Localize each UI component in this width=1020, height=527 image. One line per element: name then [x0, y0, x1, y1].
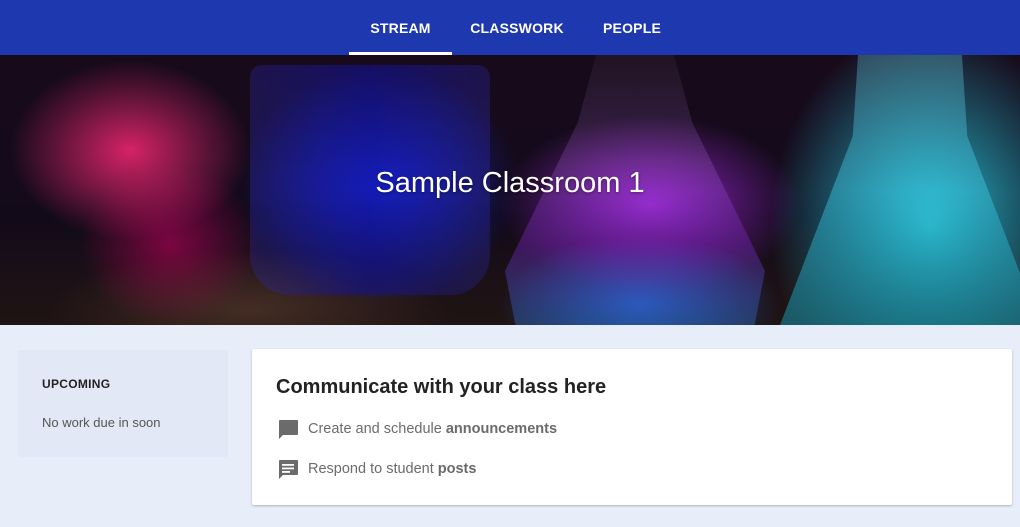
message-list-icon	[279, 460, 298, 479]
item-text: Respond to student	[308, 461, 434, 477]
upcoming-panel: UPCOMING No work due in soon	[18, 350, 228, 457]
comment-icon	[279, 420, 298, 439]
upcoming-empty-text: No work due in soon	[42, 415, 161, 430]
communicate-card: Communicate with your class here Create …	[252, 349, 1012, 505]
card-item-posts: Respond to student posts	[276, 457, 476, 481]
tab-classwork-label: CLASSWORK	[470, 19, 564, 36]
tab-people-label: PEOPLE	[603, 19, 661, 36]
item-bold: announcements	[445, 421, 558, 437]
tab-people[interactable]: PEOPLE	[592, 0, 672, 55]
tab-stream-label: STREAM	[370, 19, 431, 36]
class-title: Sample Classroom 1	[0, 167, 1020, 200]
card-heading: Communicate with your class here	[276, 376, 607, 398]
tab-classwork[interactable]: CLASSWORK	[462, 0, 572, 55]
class-banner: Sample Classroom 1	[0, 55, 1020, 325]
top-nav-bar: STREAM CLASSWORK PEOPLE	[0, 0, 1020, 55]
tab-stream[interactable]: STREAM	[349, 0, 452, 55]
item-text: Create and schedule	[308, 421, 442, 437]
class-section: 1	[628, 167, 645, 199]
upcoming-title: UPCOMING	[42, 377, 111, 391]
card-item-announcements: Create and schedule announcements	[276, 417, 557, 441]
class-name: Sample Classroom	[375, 167, 621, 199]
item-bold: posts	[437, 461, 477, 477]
